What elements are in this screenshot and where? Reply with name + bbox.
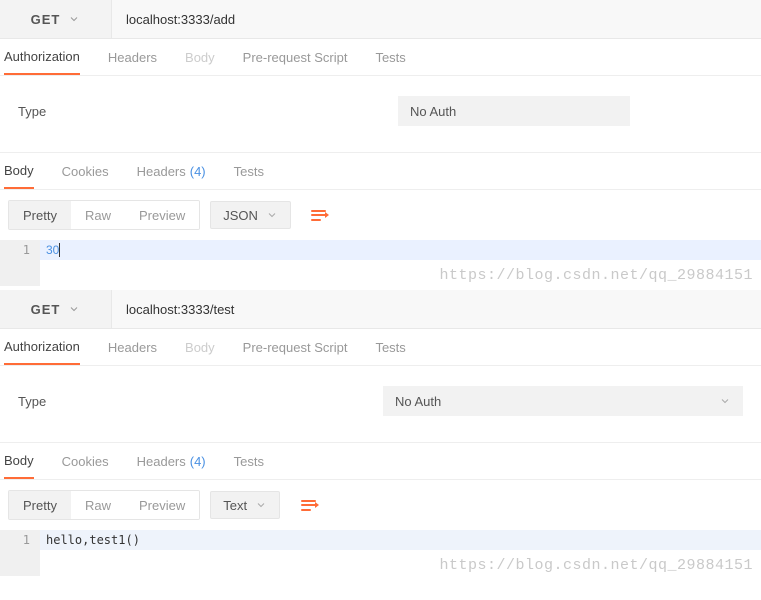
tab-response-body[interactable]: Body — [4, 443, 34, 479]
code-row: 1 30 — [0, 240, 761, 260]
request-panel-1: GET Authorization Headers Body Pre-reque… — [0, 0, 761, 286]
code-text[interactable]: hello,test1() — [40, 530, 761, 550]
view-pretty[interactable]: Pretty — [9, 491, 71, 519]
format-bar: Pretty Raw Preview Text — [0, 480, 761, 530]
response-body-area: 1 30 — [0, 240, 761, 286]
http-method-label: GET — [31, 302, 61, 317]
view-raw[interactable]: Raw — [71, 491, 125, 519]
response-tabs: Body Cookies Headers (4) Tests — [0, 153, 761, 190]
auth-type-dropdown[interactable]: No Auth — [383, 386, 743, 416]
tab-response-body[interactable]: Body — [4, 153, 34, 189]
chevron-down-icon — [719, 395, 731, 407]
url-input[interactable] — [112, 0, 761, 38]
wrap-icon — [311, 210, 326, 221]
request-tabs: Authorization Headers Body Pre-request S… — [0, 329, 761, 366]
chevron-down-icon — [68, 13, 80, 25]
text-caret — [59, 243, 60, 257]
auth-type-value: No Auth — [395, 394, 441, 409]
tab-tests[interactable]: Tests — [375, 329, 405, 365]
view-raw[interactable]: Raw — [71, 201, 125, 229]
tab-body[interactable]: Body — [185, 39, 215, 75]
tab-response-headers[interactable]: Headers (4) — [137, 153, 206, 189]
view-preview[interactable]: Preview — [125, 201, 199, 229]
chevron-down-icon — [68, 303, 80, 315]
auth-type-label: Type — [18, 394, 383, 409]
view-mode-group: Pretty Raw Preview — [8, 490, 200, 520]
http-method-label: GET — [31, 12, 61, 27]
tab-body[interactable]: Body — [185, 329, 215, 365]
tab-authorization[interactable]: Authorization — [4, 39, 80, 75]
headers-count: (4) — [190, 164, 206, 179]
tab-response-cookies[interactable]: Cookies — [62, 153, 109, 189]
tab-headers[interactable]: Headers — [108, 39, 157, 75]
code-row: 1 hello,test1() — [0, 530, 761, 550]
request-bar: GET — [0, 0, 761, 39]
response-body-area: 1 hello,test1() — [0, 530, 761, 576]
tab-response-tests[interactable]: Tests — [234, 443, 264, 479]
language-dropdown[interactable]: Text — [210, 491, 280, 519]
wrap-lines-button[interactable] — [290, 491, 326, 519]
chevron-down-icon — [255, 499, 267, 511]
auth-type-label: Type — [18, 104, 398, 119]
response-tabs: Body Cookies Headers (4) Tests — [0, 443, 761, 480]
http-method-dropdown[interactable]: GET — [0, 290, 112, 328]
tab-prerequest[interactable]: Pre-request Script — [243, 39, 348, 75]
url-input[interactable] — [112, 290, 761, 328]
line-number: 1 — [0, 240, 40, 260]
request-tabs: Authorization Headers Body Pre-request S… — [0, 39, 761, 76]
wrap-lines-button[interactable] — [301, 201, 337, 229]
request-bar: GET — [0, 290, 761, 329]
request-panel-2: GET Authorization Headers Body Pre-reque… — [0, 290, 761, 576]
language-dropdown[interactable]: JSON — [210, 201, 291, 229]
view-pretty[interactable]: Pretty — [9, 201, 71, 229]
tab-prerequest[interactable]: Pre-request Script — [243, 329, 348, 365]
tab-response-headers[interactable]: Headers (4) — [137, 443, 206, 479]
wrap-icon — [301, 500, 316, 511]
tab-headers[interactable]: Headers — [108, 329, 157, 365]
auth-section: Type No Auth — [0, 76, 761, 153]
view-preview[interactable]: Preview — [125, 491, 199, 519]
format-bar: Pretty Raw Preview JSON — [0, 190, 761, 240]
line-number: 1 — [0, 530, 40, 550]
tab-tests[interactable]: Tests — [375, 39, 405, 75]
chevron-down-icon — [266, 209, 278, 221]
gutter — [0, 550, 40, 576]
headers-count: (4) — [190, 454, 206, 469]
auth-section: Type No Auth — [0, 366, 761, 443]
tab-response-cookies[interactable]: Cookies — [62, 443, 109, 479]
auth-type-dropdown[interactable]: No Auth — [398, 96, 630, 126]
tab-authorization[interactable]: Authorization — [4, 329, 80, 365]
http-method-dropdown[interactable]: GET — [0, 0, 112, 38]
view-mode-group: Pretty Raw Preview — [8, 200, 200, 230]
auth-type-value: No Auth — [410, 104, 456, 119]
code-text[interactable]: 30 — [40, 240, 761, 260]
gutter — [0, 260, 40, 286]
tab-response-tests[interactable]: Tests — [234, 153, 264, 189]
